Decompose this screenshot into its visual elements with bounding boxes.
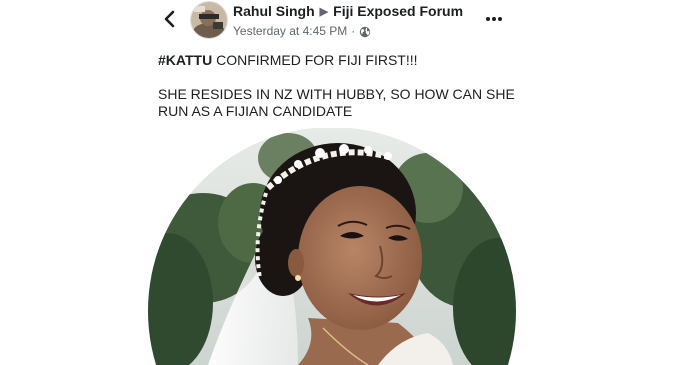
avatar[interactable]: [190, 1, 228, 39]
more-options-button[interactable]: [482, 10, 506, 28]
meta-separator: ·: [351, 24, 356, 38]
group-name[interactable]: Fiji Exposed Forum: [333, 3, 463, 19]
author-name[interactable]: Rahul Singh: [233, 3, 315, 19]
right-arrow-icon: ▶: [319, 6, 329, 18]
facebook-post: Rahul Singh ▶ Fiji Exposed Forum Yesterday…: [0, 0, 680, 365]
chevron-left-icon: [164, 10, 175, 28]
post-text-line-2: SHE RESIDES IN NZ WITH HUBBY, SO HOW CAN…: [158, 86, 515, 119]
globe-icon: [360, 26, 371, 37]
hashtag-link[interactable]: #KATTU: [158, 52, 212, 68]
post-header: Rahul Singh ▶ Fiji Exposed Forum Yesterday…: [233, 3, 463, 40]
author-line: Rahul Singh ▶ Fiji Exposed Forum: [233, 3, 463, 22]
post-meta: Yesterday at 4:45 PM ·: [233, 23, 463, 40]
more-horizontal-icon: [486, 17, 502, 21]
post-photo[interactable]: [148, 128, 516, 365]
post-text: #KATTU CONFIRMED FOR FIJI FIRST!!! SHE R…: [158, 52, 518, 120]
post-timestamp[interactable]: Yesterday at 4:45 PM: [233, 23, 347, 40]
back-button[interactable]: [158, 6, 182, 32]
post-text-line-1: #KATTU CONFIRMED FOR FIJI FIRST!!!: [158, 52, 518, 69]
post-text-line-1-rest: CONFIRMED FOR FIJI FIRST!!!: [212, 52, 418, 68]
